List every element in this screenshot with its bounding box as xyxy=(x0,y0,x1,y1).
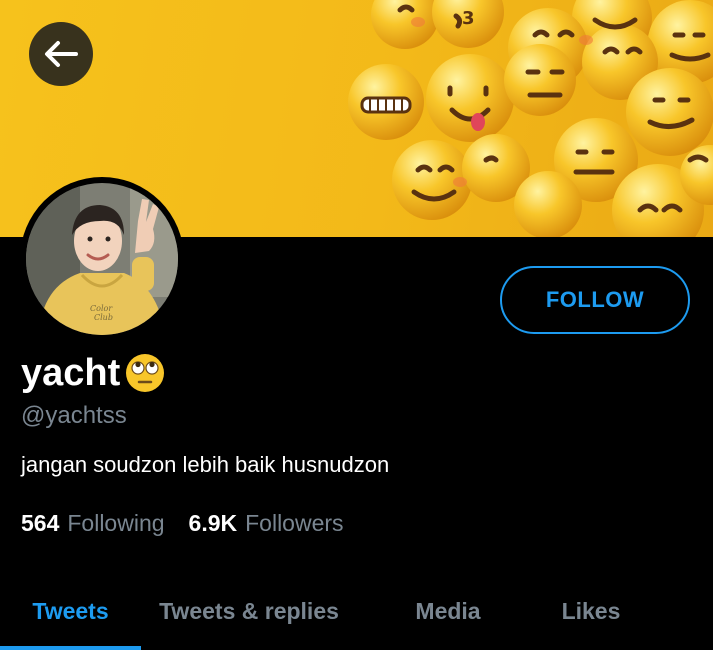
tab-media[interactable]: Media xyxy=(387,572,509,650)
face-with-rolling-eyes-icon xyxy=(126,354,165,392)
profile-handle: @yachtss xyxy=(21,402,127,429)
profile-stats: 564 Following 6.9K Followers xyxy=(21,510,344,537)
followers-stat[interactable]: 6.9K Followers xyxy=(189,510,344,537)
avatar[interactable]: Color Club xyxy=(20,177,184,341)
display-name: yacht xyxy=(21,351,121,394)
profile-tabs: Tweets Tweets & replies Media Likes xyxy=(0,572,713,650)
follow-button[interactable]: FOLLOW xyxy=(500,266,690,334)
followers-count: 6.9K xyxy=(188,510,238,536)
tab-tweets[interactable]: Tweets xyxy=(0,572,141,650)
following-stat[interactable]: 564 Following xyxy=(21,510,165,537)
arrow-left-icon xyxy=(45,41,78,67)
following-count: 564 xyxy=(21,510,60,536)
active-tab-indicator xyxy=(0,646,141,650)
following-label: Following xyxy=(67,510,165,536)
followers-label: Followers xyxy=(245,510,344,536)
svg-text:3: 3 xyxy=(462,8,475,29)
tab-likes[interactable]: Likes xyxy=(530,572,652,650)
tab-tweets-and-replies[interactable]: Tweets & replies xyxy=(141,572,357,650)
profile-photo: Color Club xyxy=(22,179,182,339)
svg-text:Club: Club xyxy=(94,313,113,322)
profile-bio: jangan soudzon lebih baik husnudzon xyxy=(21,452,390,477)
profile-name-row: yacht xyxy=(21,348,166,398)
svg-text:Color: Color xyxy=(90,304,113,313)
back-button[interactable] xyxy=(29,22,93,86)
